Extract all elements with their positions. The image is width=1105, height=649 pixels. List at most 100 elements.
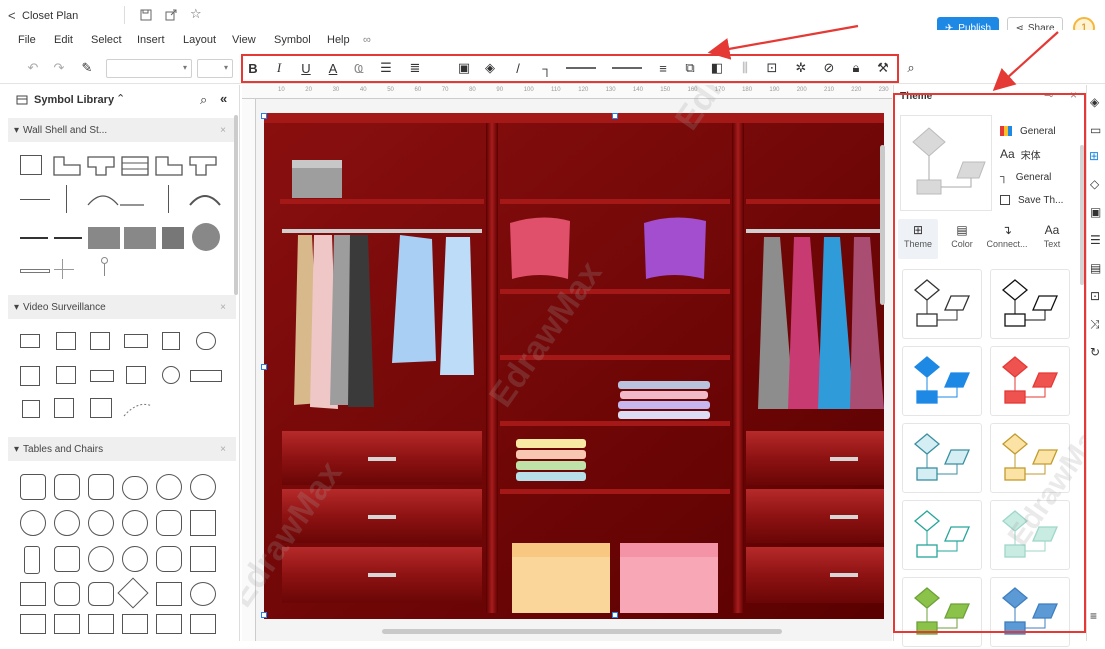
wall-symbol[interactable] bbox=[20, 155, 42, 175]
sofa-symbol[interactable] bbox=[88, 582, 114, 606]
redo-icon[interactable]: ↷ bbox=[50, 58, 68, 78]
theme-icon[interactable]: ⊞ bbox=[1089, 149, 1099, 163]
wall-line-symbol[interactable] bbox=[54, 237, 82, 239]
sofa-symbol[interactable] bbox=[20, 582, 46, 606]
menu-layout[interactable]: Layout bbox=[183, 34, 216, 46]
search-icon[interactable]: ⌕ bbox=[200, 92, 207, 108]
format-painter-icon[interactable]: ✎ bbox=[78, 58, 96, 78]
round-table-symbol[interactable] bbox=[88, 510, 114, 536]
grid-symbol[interactable] bbox=[20, 366, 40, 386]
menu-file[interactable]: File bbox=[18, 34, 36, 46]
recorder-symbol[interactable] bbox=[90, 370, 114, 382]
round-table-symbol[interactable] bbox=[122, 510, 148, 536]
monitor-symbol[interactable] bbox=[124, 334, 148, 348]
fill-icon[interactable]: ◈ bbox=[1090, 95, 1099, 109]
wall-symbol[interactable] bbox=[154, 155, 184, 177]
round-table-symbol[interactable] bbox=[20, 510, 46, 536]
round-table-symbol[interactable] bbox=[122, 546, 148, 572]
closet-drawing[interactable] bbox=[264, 113, 884, 619]
close-icon[interactable]: × bbox=[220, 125, 226, 136]
wall-symbol[interactable] bbox=[86, 155, 116, 177]
wall-symbol[interactable] bbox=[120, 155, 150, 177]
vertical-scrollbar[interactable] bbox=[880, 145, 885, 305]
camera-symbol[interactable] bbox=[90, 332, 110, 350]
section-tables-chairs[interactable]: ▾ Tables and Chairs × bbox=[8, 437, 236, 461]
save-icon[interactable] bbox=[140, 9, 152, 21]
dome-camera-symbol[interactable] bbox=[162, 366, 180, 384]
marker-symbol[interactable] bbox=[101, 257, 108, 264]
close-icon[interactable]: × bbox=[220, 302, 226, 313]
camera-symbol[interactable] bbox=[126, 366, 146, 384]
panel-symbol[interactable] bbox=[190, 370, 222, 382]
image-icon[interactable]: ▣ bbox=[1090, 205, 1101, 219]
page-icon[interactable]: ▭ bbox=[1090, 123, 1101, 137]
selection-handle[interactable] bbox=[612, 612, 618, 618]
door-symbol[interactable] bbox=[86, 187, 146, 209]
chart-icon[interactable]: ▤ bbox=[1090, 261, 1101, 275]
section-wall-shell[interactable]: ▾ Wall Shell and St... × bbox=[8, 118, 236, 142]
menu-view[interactable]: View bbox=[232, 34, 256, 46]
camera-symbol[interactable] bbox=[20, 334, 40, 348]
menu-insert[interactable]: Insert bbox=[137, 34, 165, 46]
table-set-symbol[interactable] bbox=[20, 614, 46, 634]
font-size-select[interactable]: ▾ bbox=[197, 59, 233, 78]
cable-symbol[interactable] bbox=[122, 400, 154, 418]
table-symbol[interactable] bbox=[20, 474, 46, 500]
table-set-symbol[interactable] bbox=[122, 614, 148, 634]
round-table-symbol[interactable] bbox=[156, 474, 182, 500]
horizontal-scrollbar[interactable] bbox=[382, 629, 782, 634]
menu-select[interactable]: Select bbox=[91, 34, 122, 46]
refresh-icon[interactable]: ↻ bbox=[1090, 345, 1100, 359]
collapse-icon[interactable]: « bbox=[220, 91, 227, 106]
close-icon[interactable]: × bbox=[220, 444, 226, 455]
dimension-symbol[interactable] bbox=[54, 269, 74, 270]
block-symbol[interactable] bbox=[124, 227, 156, 249]
font-family-select[interactable]: ▾ bbox=[106, 59, 192, 78]
square-block-symbol[interactable] bbox=[162, 227, 184, 249]
table-set-symbol[interactable] bbox=[88, 614, 114, 634]
chair-symbol[interactable] bbox=[156, 546, 182, 572]
section-video-surveillance[interactable]: ▾ Video Surveillance × bbox=[8, 295, 236, 319]
chair-symbol[interactable] bbox=[190, 510, 216, 536]
wall-line-symbol[interactable] bbox=[20, 237, 48, 239]
chair-symbol[interactable] bbox=[156, 510, 182, 536]
menu-help[interactable]: Help bbox=[327, 34, 350, 46]
selection-handle[interactable] bbox=[261, 113, 267, 119]
shuffle-icon[interactable]: ⤨ bbox=[1090, 317, 1100, 332]
round-table-symbol[interactable] bbox=[190, 582, 216, 606]
round-table-symbol[interactable] bbox=[54, 510, 80, 536]
table-set-symbol[interactable] bbox=[190, 614, 216, 634]
round-table-symbol[interactable] bbox=[190, 474, 216, 500]
history-icon[interactable]: ⊡ bbox=[1090, 289, 1100, 303]
camera-symbol[interactable] bbox=[54, 398, 74, 418]
camera-symbol[interactable] bbox=[162, 332, 180, 350]
wall-line-symbol[interactable] bbox=[66, 185, 68, 213]
chair-symbol[interactable] bbox=[122, 476, 148, 500]
wall-symbol[interactable] bbox=[52, 155, 82, 177]
export-icon[interactable] bbox=[165, 9, 177, 21]
wall-symbol[interactable] bbox=[188, 155, 218, 177]
search-icon[interactable]: ⌕ bbox=[902, 58, 920, 78]
layers-icon[interactable]: ◇ bbox=[1090, 177, 1099, 191]
round-table-symbol[interactable] bbox=[88, 546, 114, 572]
drawing-canvas[interactable]: 10 20 30 40 50 60 70 80 90 100 110 120 130 140 150 160 1… bbox=[242, 85, 892, 641]
data-icon[interactable]: ☰ bbox=[1090, 233, 1101, 247]
menu-icon[interactable]: ≡ bbox=[1090, 609, 1097, 623]
table-set-symbol[interactable] bbox=[54, 614, 80, 634]
selection-handle[interactable] bbox=[612, 113, 618, 119]
table-symbol[interactable] bbox=[54, 546, 80, 572]
arrow-symbol[interactable] bbox=[90, 398, 112, 418]
bench-symbol[interactable] bbox=[24, 546, 40, 574]
desk-symbol[interactable] bbox=[156, 582, 182, 606]
wall-line-symbol[interactable] bbox=[168, 185, 170, 213]
chair-symbol[interactable] bbox=[88, 474, 114, 500]
arch-symbol[interactable] bbox=[188, 187, 222, 209]
scrollbar[interactable] bbox=[234, 115, 238, 295]
camera-symbol[interactable] bbox=[56, 332, 76, 350]
table-symbol[interactable] bbox=[117, 577, 149, 609]
menu-symbol[interactable]: Symbol bbox=[274, 34, 311, 46]
camera-symbol[interactable] bbox=[196, 332, 216, 350]
circle-block-symbol[interactable] bbox=[192, 223, 220, 251]
camera-symbol[interactable] bbox=[56, 366, 76, 384]
glasses-icon[interactable]: ∞ bbox=[363, 34, 371, 46]
